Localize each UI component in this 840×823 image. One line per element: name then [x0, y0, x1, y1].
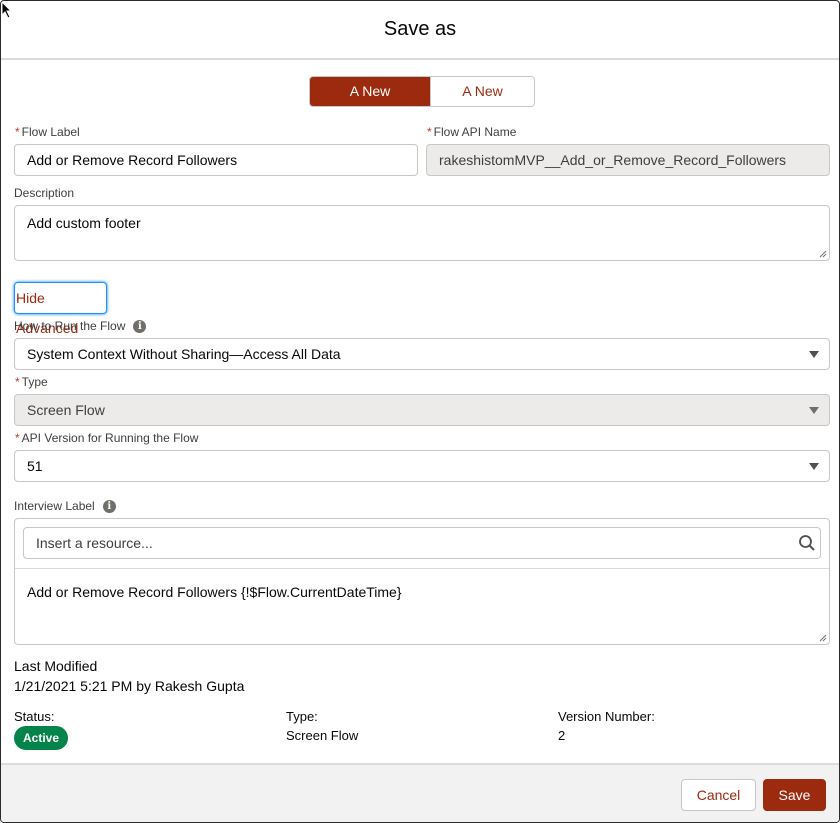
how-to-run-label: How to Run the Flow i: [14, 319, 147, 334]
api-version-value: 51: [27, 458, 43, 474]
resource-search-input[interactable]: [24, 528, 784, 558]
description-textarea[interactable]: Add custom footer: [14, 205, 830, 261]
resize-handle-icon[interactable]: [819, 250, 827, 258]
flow-type-value: Screen Flow: [286, 728, 359, 743]
how-to-run-value: System Context Without Sharing—Access Al…: [27, 346, 341, 362]
save-as-modal: Save as A New Version A New Flow *Flow L…: [0, 0, 840, 823]
status-label: Status:: [14, 709, 55, 724]
status-badge: Active: [14, 726, 68, 750]
modal-footer: Cancel Save: [1, 763, 839, 822]
api-version-label-text: API Version for Running the Flow: [21, 431, 199, 445]
info-icon[interactable]: i: [102, 500, 116, 514]
save-option-button-group: A New Version A New Flow: [309, 76, 535, 107]
type-label: * Type: [15, 375, 48, 389]
interview-label-label: Interview Label i: [14, 499, 116, 514]
required-marker: *: [15, 375, 20, 389]
chevron-down-icon: [809, 463, 819, 470]
resource-search: [23, 527, 821, 559]
how-to-run-select[interactable]: System Context Without Sharing—Access Al…: [14, 338, 830, 370]
required-marker: *: [15, 431, 20, 445]
how-to-run-label-text: How to Run the Flow: [14, 319, 126, 333]
chevron-down-icon: [809, 407, 819, 414]
new-version-button[interactable]: A New Version: [310, 77, 430, 106]
modal-header: Save as: [1, 1, 839, 60]
last-modified-value: 1/21/2021 5:21 PM by Rakesh Gupta: [14, 678, 245, 694]
flow-label-input[interactable]: Add or Remove Record Followers: [14, 144, 418, 176]
version-number-label: Version Number:: [558, 709, 655, 724]
interview-label-textarea[interactable]: Add or Remove Record Followers {!$Flow.C…: [27, 584, 402, 600]
flow-api-name-label-text: Flow API Name: [433, 125, 517, 139]
required-marker: *: [427, 125, 432, 139]
hide-advanced-button[interactable]: Hide Advanced: [14, 282, 107, 336]
flow-label-label: * Flow Label: [15, 125, 80, 139]
divider: [15, 568, 829, 569]
save-button[interactable]: Save: [763, 779, 826, 811]
api-version-select[interactable]: 51: [14, 450, 830, 482]
description-value: Add custom footer: [27, 215, 141, 231]
required-marker: *: [15, 125, 20, 139]
interview-label-editor: Add or Remove Record Followers {!$Flow.C…: [14, 518, 830, 645]
flow-api-name-input: rakeshistomMVP__Add_or_Remove_Record_Fol…: [426, 144, 830, 176]
last-modified-label: Last Modified: [14, 658, 98, 674]
new-flow-button[interactable]: A New Flow: [430, 77, 534, 106]
version-number-value: 2: [558, 728, 566, 743]
chevron-down-icon: [809, 351, 819, 358]
type-select: Screen Flow: [14, 394, 830, 426]
modal-title: Save as: [383, 18, 457, 40]
type-value: Screen Flow: [27, 402, 105, 418]
flow-type-label: Type:: [286, 709, 318, 724]
cancel-button[interactable]: Cancel: [681, 779, 756, 811]
interview-label-label-text: Interview Label: [14, 499, 95, 513]
flow-label-label-text: Flow Label: [21, 125, 80, 139]
search-icon[interactable]: [798, 534, 816, 552]
info-icon[interactable]: i: [133, 320, 147, 334]
type-label-text: Type: [21, 375, 48, 389]
resize-handle-icon[interactable]: [819, 634, 827, 642]
api-version-label: * API Version for Running the Flow: [15, 431, 198, 445]
flow-api-name-label: * Flow API Name: [427, 125, 516, 139]
description-label: Description: [14, 186, 75, 200]
